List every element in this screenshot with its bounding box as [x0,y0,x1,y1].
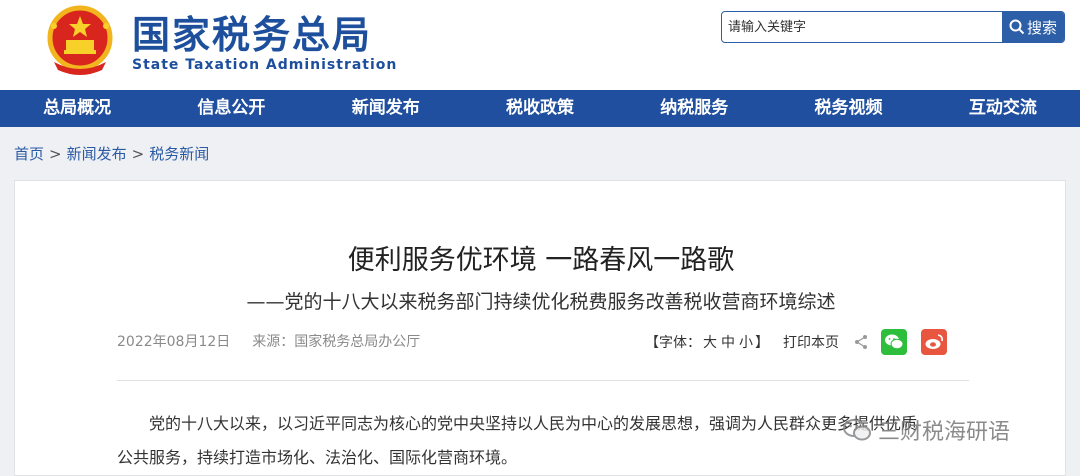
breadcrumb-home[interactable]: 首页 [14,145,44,163]
meta-divider [117,380,969,381]
weibo-icon [925,334,943,349]
article-title: 便利服务优环境 一路春风一路歌 [347,245,735,276]
article-tools: 【字体：大中小】 打印本页 [645,328,947,356]
site-title-cn[interactable]: 国家税务总局 [132,12,372,58]
search-input[interactable] [722,12,1002,42]
article-meta: 2022年08月12日 来源：国家税务总局办公厅 [117,331,420,353]
search-icon [1009,19,1025,35]
font-size-control: 【字体：大中小】 [645,332,769,352]
nav-item-overview[interactable]: 总局概况 [0,90,154,127]
print-button[interactable]: 打印本页 [783,332,839,352]
weibo-share-icon[interactable] [921,329,947,355]
nav-item-interaction[interactable]: 互动交流 [926,90,1080,127]
watermark: 三财税海研语 [842,414,1010,446]
search-button-label: 搜索 [1026,18,1057,37]
nav-item-tax-policy[interactable]: 税收政策 [463,90,617,127]
wechat-share-icon[interactable] [881,329,907,355]
nav-item-taxpayer-service[interactable]: 纳税服务 [617,90,771,127]
font-label-close: 】 [755,335,769,351]
national-emblem-icon [47,5,113,75]
wechat-icon [885,334,904,350]
share-icon[interactable] [853,334,869,350]
breadcrumb: 首页 > 新闻发布 > 税务新闻 [14,143,209,165]
nav-item-tax-video[interactable]: 税务视频 [771,90,925,127]
breadcrumb-tax-news[interactable]: 税务新闻 [149,145,209,163]
nav-item-news[interactable]: 新闻发布 [309,90,463,127]
font-size-large[interactable]: 大 [703,335,717,351]
font-size-medium[interactable]: 中 [721,335,735,351]
article-date: 2022年08月12日 [117,334,231,350]
breadcrumb-separator: > [131,145,145,163]
site-title-en: State Taxation Administration [132,57,398,73]
breadcrumb-news[interactable]: 新闻发布 [67,145,127,163]
article-source: 来源：国家税务总局办公厅 [252,334,421,350]
site-header: 国家税务总局 State Taxation Administration 搜索 [0,0,1080,90]
main-nav: 总局概况 信息公开 新闻发布 税收政策 纳税服务 税务视频 互动交流 [0,90,1080,127]
breadcrumb-separator: > [49,145,62,163]
watermark-text: 三财税海研语 [878,420,1011,445]
article-subtitle: ——党的十八大以来税务部门持续优化税费服务改善税收营商环境综述 [246,291,836,313]
search-button[interactable]: 搜索 [1002,12,1064,42]
nav-item-info-disclosure[interactable]: 信息公开 [154,90,308,127]
font-size-small[interactable]: 小 [739,335,753,351]
font-label-open: 【字体： [645,335,701,351]
article-paragraph-continued: 公共服务，持续打造市场化、法治化、国际化营商环境。 [117,448,518,467]
wechat-watermark-icon [843,419,871,441]
search-box: 搜索 [721,11,1065,43]
